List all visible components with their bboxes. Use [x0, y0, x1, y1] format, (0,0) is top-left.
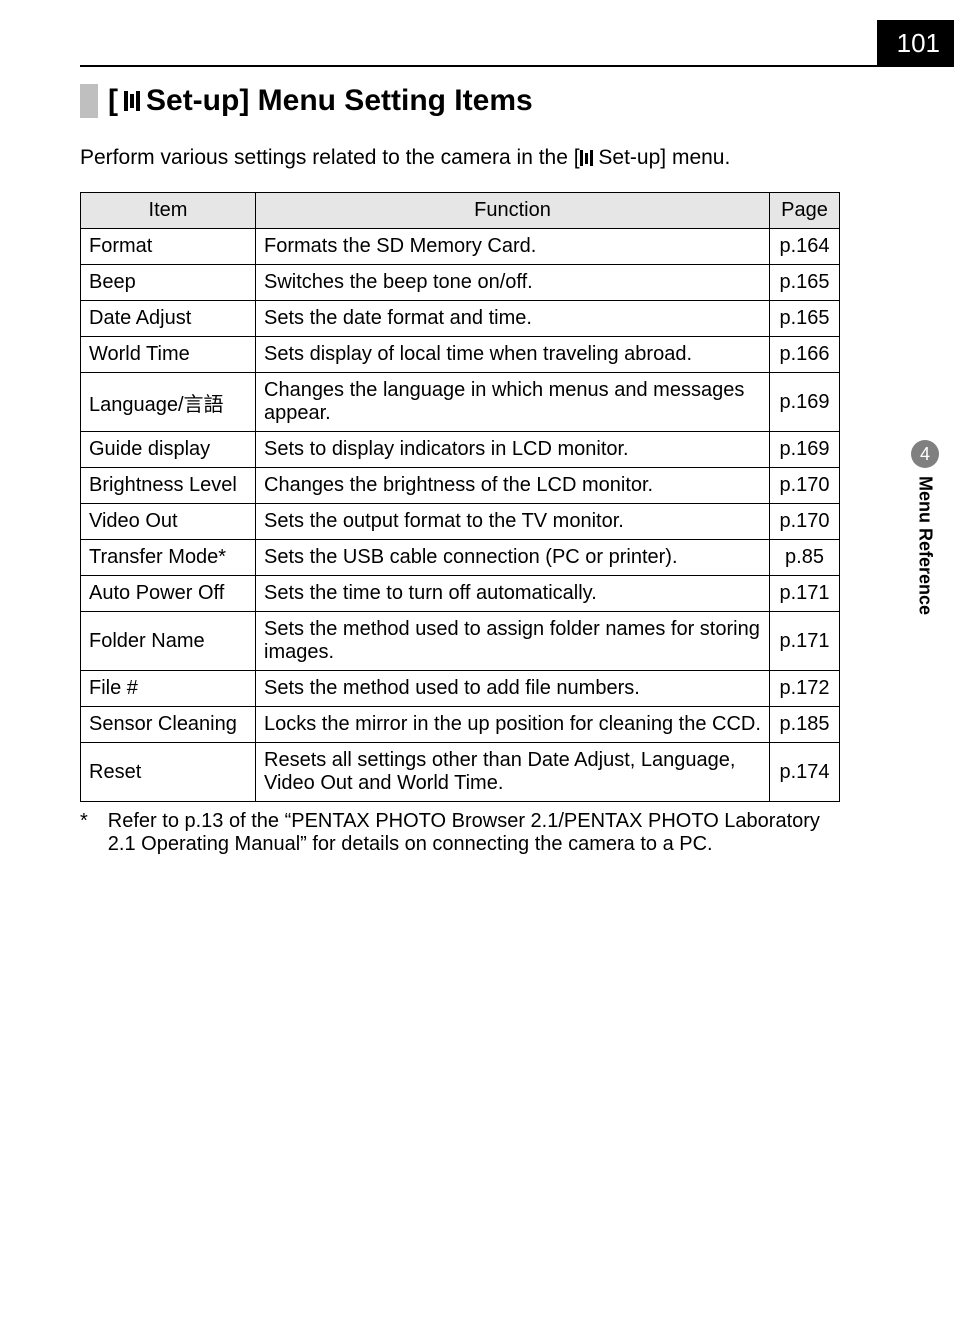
- page-number: 101: [877, 20, 954, 67]
- table-row: Sensor CleaningLocks the mirror in the u…: [81, 707, 840, 743]
- cell-page: p.164: [770, 229, 840, 265]
- cell-item: Date Adjust: [81, 301, 256, 337]
- side-tab: 4 Menu Reference: [908, 440, 942, 615]
- table-row: Guide displaySets to display indicators …: [81, 432, 840, 468]
- table-row: ResetResets all settings other than Date…: [81, 743, 840, 802]
- table-row: World TimeSets display of local time whe…: [81, 337, 840, 373]
- cell-page: p.165: [770, 265, 840, 301]
- heading-prefix: [: [108, 84, 118, 118]
- table-row: Transfer Mode*Sets the USB cable connect…: [81, 540, 840, 576]
- intro-before: Perform various settings related to the …: [80, 146, 580, 169]
- table-row: FormatFormats the SD Memory Card.p.164: [81, 229, 840, 265]
- table-row: Auto Power OffSets the time to turn off …: [81, 576, 840, 612]
- cell-page: p.169: [770, 432, 840, 468]
- heading: [ Set-up] Menu Setting Items: [108, 84, 840, 118]
- settings-table: Item Function Page FormatFormats the SD …: [80, 192, 840, 802]
- top-rule: [80, 65, 904, 67]
- cell-item: Video Out: [81, 504, 256, 540]
- setup-icon: [124, 91, 140, 111]
- cell-page: p.165: [770, 301, 840, 337]
- cell-item: Transfer Mode*: [81, 540, 256, 576]
- cell-function: Sets the output format to the TV monitor…: [256, 504, 770, 540]
- table-row: Folder NameSets the method used to assig…: [81, 612, 840, 671]
- cell-item: World Time: [81, 337, 256, 373]
- cell-item: File #: [81, 671, 256, 707]
- heading-text: Set-up] Menu Setting Items: [146, 84, 533, 118]
- cell-function: Sets the method used to assign folder na…: [256, 612, 770, 671]
- page-content: [ Set-up] Menu Setting Items Perform var…: [80, 80, 840, 856]
- cell-function: Changes the language in which menus and …: [256, 373, 770, 432]
- cell-item: Guide display: [81, 432, 256, 468]
- cell-function: Sets the date format and time.: [256, 301, 770, 337]
- cell-item: Brightness Level: [81, 468, 256, 504]
- cell-item: Sensor Cleaning: [81, 707, 256, 743]
- cell-page: p.170: [770, 504, 840, 540]
- cell-page: p.166: [770, 337, 840, 373]
- header-item: Item: [81, 193, 256, 229]
- cell-item: Beep: [81, 265, 256, 301]
- cell-page: p.171: [770, 576, 840, 612]
- cell-function: Resets all settings other than Date Adju…: [256, 743, 770, 802]
- cell-function: Locks the mirror in the up position for …: [256, 707, 770, 743]
- chapter-number: 4: [911, 440, 939, 468]
- table-row: BeepSwitches the beep tone on/off.p.165: [81, 265, 840, 301]
- intro-after: Set-up] menu.: [593, 146, 731, 169]
- cell-function: Sets the time to turn off automatically.: [256, 576, 770, 612]
- setup-icon: [580, 150, 593, 166]
- cell-page: p.172: [770, 671, 840, 707]
- table-row: Language/言語Changes the language in which…: [81, 373, 840, 432]
- cell-item: Folder Name: [81, 612, 256, 671]
- cell-item: Format: [81, 229, 256, 265]
- cell-item: Reset: [81, 743, 256, 802]
- cell-page: p.185: [770, 707, 840, 743]
- heading-block: [ Set-up] Menu Setting Items: [80, 84, 840, 118]
- cell-page: p.169: [770, 373, 840, 432]
- cell-function: Sets display of local time when travelin…: [256, 337, 770, 373]
- table-header-row: Item Function Page: [81, 193, 840, 229]
- footnote-star: *: [80, 810, 88, 856]
- table-row: Brightness LevelChanges the brightness o…: [81, 468, 840, 504]
- cell-item: Language/言語: [81, 373, 256, 432]
- cell-function: Switches the beep tone on/off.: [256, 265, 770, 301]
- cell-page: p.174: [770, 743, 840, 802]
- cell-function: Formats the SD Memory Card.: [256, 229, 770, 265]
- cell-function: Sets the USB cable connection (PC or pri…: [256, 540, 770, 576]
- intro-paragraph: Perform various settings related to the …: [80, 146, 840, 170]
- cell-function: Changes the brightness of the LCD monito…: [256, 468, 770, 504]
- cell-page: p.85: [770, 540, 840, 576]
- table-row: Video OutSets the output format to the T…: [81, 504, 840, 540]
- table-row: Date AdjustSets the date format and time…: [81, 301, 840, 337]
- table-row: File #Sets the method used to add file n…: [81, 671, 840, 707]
- footnote: * Refer to p.13 of the “PENTAX PHOTO Bro…: [80, 810, 840, 856]
- cell-page: p.170: [770, 468, 840, 504]
- cell-function: Sets the method used to add file numbers…: [256, 671, 770, 707]
- header-function: Function: [256, 193, 770, 229]
- cell-item: Auto Power Off: [81, 576, 256, 612]
- header-page: Page: [770, 193, 840, 229]
- footnote-text: Refer to p.13 of the “PENTAX PHOTO Brows…: [108, 810, 840, 856]
- chapter-label: Menu Reference: [915, 476, 936, 615]
- cell-page: p.171: [770, 612, 840, 671]
- cell-function: Sets to display indicators in LCD monito…: [256, 432, 770, 468]
